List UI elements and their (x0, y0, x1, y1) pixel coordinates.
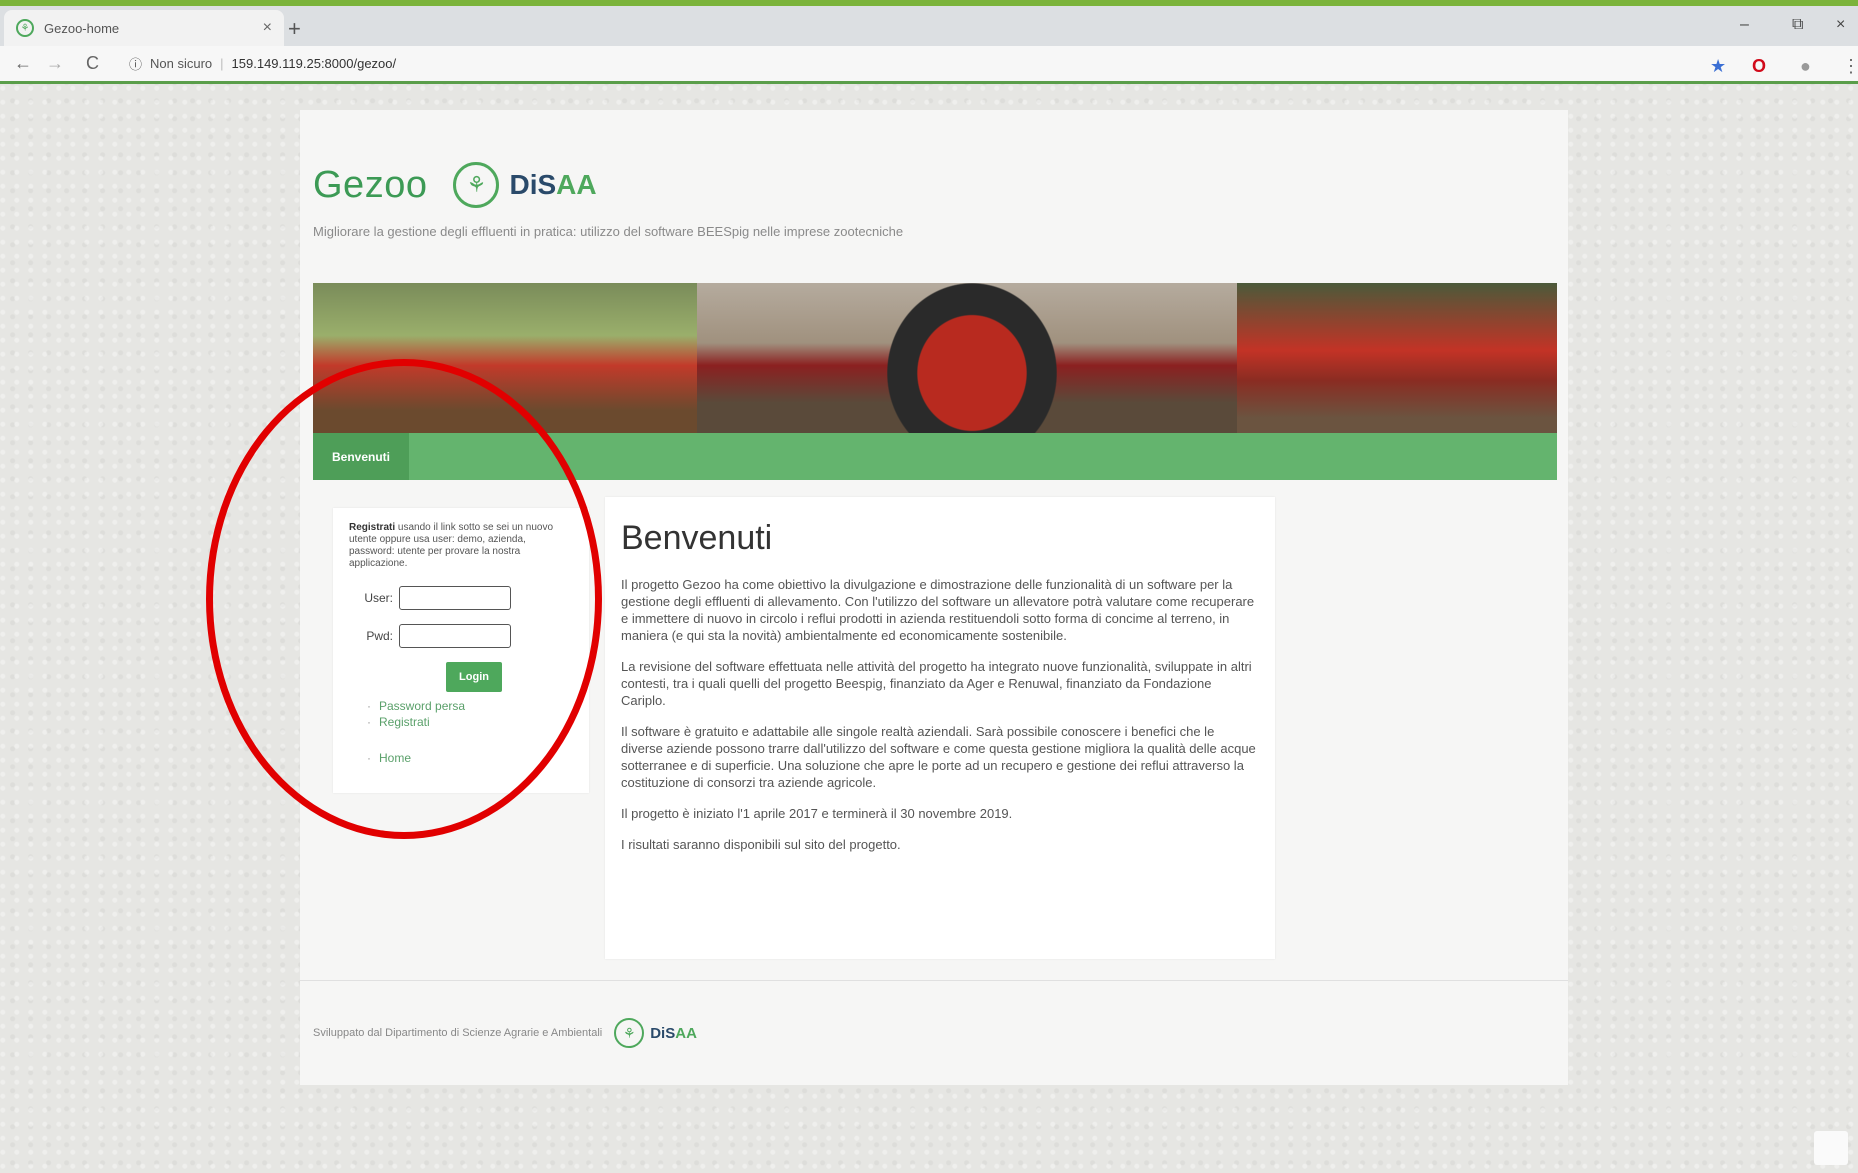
welcome-paragraph: La revisione del software effettuata nel… (621, 659, 1252, 708)
banner-photo-3 (1237, 283, 1557, 433)
tab-favicon-icon: ⚘ (16, 19, 34, 37)
bookmark-star-icon[interactable]: ★ (1710, 56, 1726, 77)
kebab-menu-icon[interactable]: ⋮ (1842, 56, 1858, 77)
back-icon[interactable]: ← (14, 53, 32, 74)
footer-leaf-icon: ⚘ (614, 1018, 645, 1048)
window-close-icon[interactable]: × (1836, 16, 1845, 34)
page-title: Benvenuti (621, 519, 773, 557)
welcome-panel: Benvenuti Il progetto Gezoo ha come obie… (605, 497, 1275, 959)
address-bar: ← → C ⓘ Non sicuro | 159.149.119.25:8000… (0, 46, 1858, 84)
url-text[interactable]: 159.149.119.25:8000/gezoo/ (232, 56, 397, 71)
welcome-paragraph: Il progetto Gezoo ha come obiettivo la d… (621, 577, 1255, 643)
info-icon[interactable]: ⓘ (129, 54, 142, 73)
logo-di: DiS (509, 169, 557, 200)
site-tagline: Migliorare la gestione degli effluenti i… (313, 224, 904, 239)
new-tab-icon[interactable]: + (288, 16, 301, 42)
restore-icon[interactable]: ⧉ (1792, 16, 1803, 34)
url-separator: | (220, 56, 224, 71)
site-header: Gezoo ⚘ DiSAA (313, 162, 597, 208)
footer-disaa-logo: DiSAA (650, 1025, 697, 1042)
banner-photo-2 (697, 283, 1237, 433)
reload-icon[interactable]: C (86, 53, 99, 74)
minimize-icon[interactable]: – (1740, 16, 1749, 34)
welcome-paragraph: Il progetto è iniziato l'1 aprile 2017 e… (621, 806, 1013, 821)
tab-bar: ⚘ Gezoo-home × + – ⧉ × (0, 6, 1858, 46)
footer-divider (300, 980, 1568, 981)
tab-title: Gezoo-home (44, 20, 120, 36)
security-label: Non sicuro (150, 56, 213, 71)
tab-close-icon[interactable]: × (263, 19, 272, 37)
disaa-logo: DiSAA (509, 169, 596, 201)
leaf-circle-icon: ⚘ (453, 162, 500, 208)
footer-logo-aa: AA (675, 1024, 697, 1042)
annotation-circle (206, 359, 602, 839)
footer-logo-di: DiS (650, 1024, 676, 1042)
profile-icon[interactable]: ● (1800, 56, 1811, 77)
browser-tab[interactable]: ⚘ Gezoo-home × (4, 10, 284, 46)
url-field[interactable]: ⓘ Non sicuro | 159.149.119.25:8000/gezoo… (129, 54, 396, 73)
brand-name[interactable]: Gezoo (313, 164, 427, 207)
opera-icon[interactable]: O (1752, 56, 1766, 77)
logo-aa: AA (556, 169, 597, 200)
forward-icon[interactable]: → (46, 53, 64, 74)
welcome-paragraph: Il software è gratuito e adattabile alle… (621, 724, 1256, 790)
corner-widget[interactable] (1814, 1131, 1848, 1165)
welcome-paragraph: I risultati saranno disponibili sul sito… (621, 837, 901, 852)
footer-text: Sviluppato dal Dipartimento di Scienze A… (313, 1027, 603, 1039)
footer: Sviluppato dal Dipartimento di Scienze A… (313, 1018, 697, 1048)
